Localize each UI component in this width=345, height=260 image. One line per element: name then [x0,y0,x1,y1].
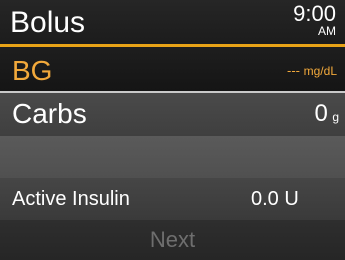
bg-row[interactable]: BG --- mg/dL [0,46,345,93]
carbs-value: 0 g [315,98,340,130]
carbs-label: Carbs [12,98,87,129]
page-title: Bolus [10,6,86,39]
bg-label: BG [12,55,53,86]
bg-value-text: --- [287,63,301,78]
carbs-value-text: 0 [314,100,328,127]
clock-ampm: AM [318,24,336,38]
bg-value: --- mg/dL [287,63,337,79]
carbs-row[interactable]: Carbs 0 g [0,93,345,136]
header-bar: Bolus 9:00 AM [0,0,345,46]
active-insulin-row: Active Insulin 0.0 U [0,178,345,220]
next-button[interactable]: Next [142,226,203,254]
footer-bar: Next [0,220,345,260]
bg-unit: mg/dL [303,64,337,78]
spacer-panel [0,136,345,178]
clock: 9:00 AM [276,1,336,38]
active-insulin-label: Active Insulin [12,188,130,210]
active-insulin-value: 0.0 U [251,188,299,210]
carbs-unit: g [332,110,339,124]
bolus-screen: Bolus 9:00 AM BG --- mg/dL Carbs 0 g Act… [0,0,345,260]
clock-time: 9:00 [293,1,336,26]
